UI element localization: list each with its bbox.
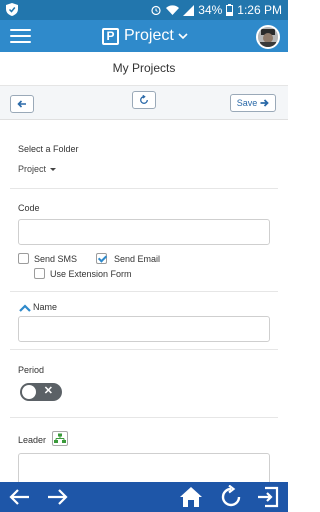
org-chart-icon[interactable] (52, 431, 68, 446)
code-label: Code (18, 203, 40, 213)
code-input[interactable] (18, 219, 270, 245)
refresh-icon[interactable] (219, 485, 243, 509)
back-button[interactable] (10, 95, 34, 113)
avatar[interactable] (256, 25, 280, 49)
send-email-checkbox[interactable] (96, 253, 107, 264)
app-logo-icon: P (102, 27, 119, 45)
folder-label: Select a Folder (18, 144, 79, 154)
battery-icon (226, 4, 234, 16)
save-button[interactable]: Save (230, 94, 276, 112)
home-icon[interactable] (179, 485, 203, 509)
save-button-label: Save (236, 98, 258, 108)
project-form: Select a Folder Project Code Send SMS Se… (0, 120, 288, 482)
name-label: Name (33, 302, 58, 312)
period-label: Period (18, 365, 45, 375)
arrow-left-icon (17, 100, 26, 108)
period-section: Period ✕ (10, 350, 278, 418)
send-sms-label: Send SMS (34, 254, 78, 264)
chevron-up-icon[interactable] (19, 304, 31, 312)
battery-percent: 34% (198, 3, 223, 17)
clock-time: 1:26 PM (237, 3, 282, 17)
status-bar: 34% 1:26 PM (0, 0, 288, 20)
logout-icon[interactable] (256, 485, 280, 509)
close-icon: ✕ (43, 385, 53, 397)
send-sms-checkbox[interactable] (18, 253, 29, 264)
refresh-icon (140, 95, 148, 104)
code-section: Code Send SMS Send Email Use Extension F… (10, 189, 278, 292)
refresh-button[interactable] (132, 91, 156, 109)
period-toggle[interactable]: ✕ (20, 383, 62, 401)
use-extension-form-label: Use Extension Form (50, 269, 132, 279)
name-section: Name (10, 292, 278, 350)
app-title: Project (124, 27, 174, 44)
shield-icon (6, 3, 18, 16)
app-header: P Project (0, 20, 288, 52)
bottom-nav-bar (0, 482, 288, 512)
arrow-right-icon (260, 99, 270, 107)
folder-value: Project (18, 164, 47, 174)
wifi-icon (166, 5, 180, 15)
use-extension-form-checkbox[interactable] (34, 268, 45, 279)
project-switcher[interactable]: P Project (102, 25, 188, 47)
toggle-knob (22, 385, 36, 399)
action-toolbar: Save (0, 86, 288, 120)
caret-down-icon (50, 167, 57, 171)
alarm-icon (151, 5, 161, 15)
leader-input[interactable] (18, 453, 270, 482)
arrow-right-icon[interactable] (45, 485, 69, 509)
arrow-left-icon[interactable] (8, 485, 32, 509)
leader-section: Leader (10, 418, 278, 482)
send-email-label: Send Email (114, 254, 161, 264)
menu-icon[interactable] (10, 29, 31, 44)
folder-section: Select a Folder Project (10, 120, 278, 189)
chevron-down-icon (178, 33, 188, 40)
folder-select[interactable]: Project (18, 164, 57, 174)
signal-icon (183, 4, 195, 16)
leader-label: Leader (18, 435, 47, 445)
name-input[interactable] (18, 316, 270, 342)
page-title: My Projects (0, 52, 288, 86)
